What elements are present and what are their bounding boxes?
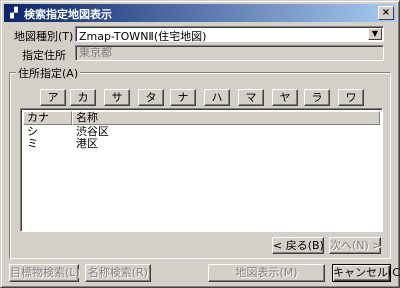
title-bar[interactable]: ▞ 検索指定地図表示 ×	[4, 4, 396, 22]
close-button[interactable]: ×	[378, 6, 394, 20]
address-label: 指定住所	[22, 49, 66, 62]
kana-button-ha[interactable]: ハ	[204, 89, 230, 106]
kana-button-wa[interactable]: ワ	[338, 89, 364, 106]
list-item-kana: ミ	[27, 137, 38, 150]
next-button[interactable]: 次へ(N) >	[329, 237, 382, 254]
list-header: カナ 名称	[23, 111, 380, 125]
address-group-title: 住所指定(A)	[16, 65, 81, 81]
kana-button-ka[interactable]: カ	[70, 89, 96, 106]
landmark-search-button[interactable]: 目標物検索(L)	[9, 264, 80, 282]
address-list[interactable]: カナ 名称 シ 渋谷区 ミ 港区	[20, 108, 383, 232]
search-map-dialog: ▞ 検索指定地図表示 × 地図種別(T) Zmap-TOWNⅡ(住宅地図) ▼ …	[0, 0, 400, 288]
kana-button-na[interactable]: ナ	[170, 89, 196, 106]
cancel-button[interactable]: キャンセル(C)	[332, 264, 400, 282]
column-header-name[interactable]: 名称	[72, 111, 380, 125]
list-item-name: 渋谷区	[76, 125, 109, 138]
back-button[interactable]: < 戻る(B)	[272, 237, 324, 254]
kana-button-ya[interactable]: ヤ	[272, 89, 298, 106]
kana-button-ta[interactable]: タ	[138, 89, 164, 106]
name-search-button[interactable]: 名称検索(R)	[85, 264, 151, 282]
window-title: 検索指定地図表示	[24, 8, 112, 21]
kana-button-sa[interactable]: サ	[104, 89, 130, 106]
map-type-select[interactable]: Zmap-TOWNⅡ(住宅地図) ▼	[75, 26, 384, 43]
app-icon: ▞	[10, 7, 18, 19]
kana-button-ma[interactable]: マ	[238, 89, 264, 106]
kana-button-a[interactable]: ア	[40, 89, 66, 106]
kana-button-ra[interactable]: ラ	[304, 89, 330, 106]
list-item-name: 港区	[76, 137, 98, 150]
list-item[interactable]: ミ 港区	[23, 138, 380, 150]
chevron-down-icon[interactable]: ▼	[368, 28, 382, 40]
map-type-label: 地図種別(T)	[14, 30, 74, 43]
column-header-kana[interactable]: カナ	[23, 111, 72, 125]
address-field: 東京都	[75, 45, 384, 61]
map-display-button[interactable]: 地図表示(M)	[208, 264, 325, 282]
map-type-value: Zmap-TOWNⅡ(住宅地図)	[79, 30, 207, 43]
